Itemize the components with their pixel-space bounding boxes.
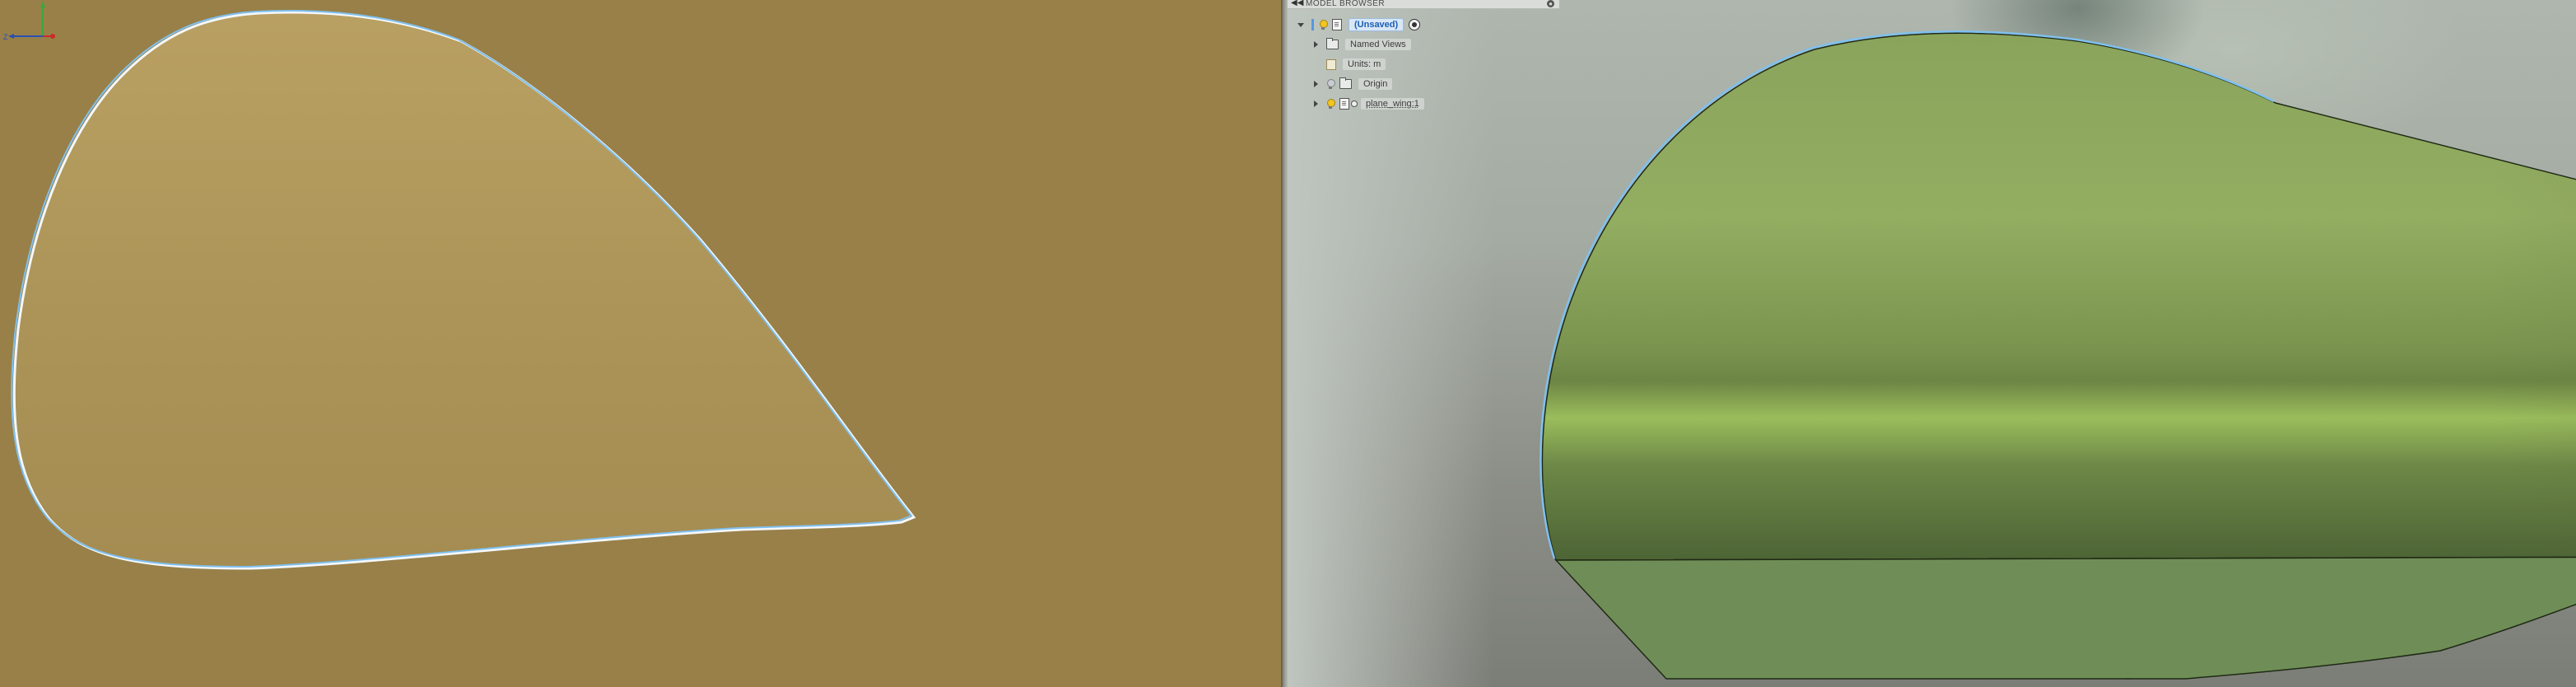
model-canvas[interactable] <box>1288 0 2576 687</box>
expand-chevron-icon[interactable] <box>1297 22 1304 27</box>
folder-icon <box>1326 38 1339 49</box>
browser-item-component[interactable]: plane_wing:1 <box>1314 96 1424 111</box>
visibility-bulb-icon[interactable] <box>1326 99 1335 109</box>
browser-item-label[interactable]: Units: m <box>1343 58 1386 70</box>
visibility-bulb-icon[interactable] <box>1326 79 1335 89</box>
wing-bottom-trailing <box>1554 556 2576 680</box>
browser-item-units[interactable]: Units: m <box>1314 57 1386 72</box>
model-viewport[interactable] <box>1288 0 2576 687</box>
expand-chevron-icon[interactable] <box>1314 100 1318 107</box>
selection-marker <box>1311 19 1314 30</box>
visibility-bulb-icon[interactable] <box>1319 20 1328 30</box>
expand-chevron-icon[interactable] <box>1314 81 1318 87</box>
expand-chevron-icon[interactable] <box>1314 41 1318 48</box>
model-browser-header: ◀◀ MODEL BROWSER ● <box>1288 0 1559 9</box>
browser-item-named-views[interactable]: Named Views <box>1314 37 1411 52</box>
settings-icon[interactable]: ● <box>1547 0 1554 7</box>
model-browser-title: MODEL BROWSER <box>1306 0 1386 8</box>
viewport-splitter[interactable] <box>1281 0 1288 687</box>
axis-triad: Z <box>3 2 55 41</box>
folder-icon <box>1339 77 1352 89</box>
link-icon <box>1351 100 1358 107</box>
sketch-canvas[interactable] <box>0 0 1281 687</box>
browser-item-root[interactable]: (Unsaved) <box>1297 17 1421 32</box>
browser-item-label[interactable]: Named Views <box>1345 39 1411 50</box>
browser-item-label[interactable]: Origin <box>1358 78 1393 90</box>
units-icon <box>1326 58 1336 70</box>
sketch-viewport[interactable]: Z <box>0 0 1281 687</box>
browser-item-origin[interactable]: Origin <box>1314 77 1393 91</box>
airfoil-profile[interactable] <box>12 11 916 570</box>
browser-item-label[interactable]: (Unsaved) <box>1349 18 1404 31</box>
document-icon <box>1332 19 1342 30</box>
axis-z-label: Z <box>3 33 8 41</box>
browser-item-label[interactable]: plane_wing:1 <box>1361 98 1424 110</box>
collapse-panel-icon[interactable]: ◀◀ <box>1291 0 1303 7</box>
component-icon <box>1339 98 1349 110</box>
activate-target-icon[interactable] <box>1409 19 1421 30</box>
